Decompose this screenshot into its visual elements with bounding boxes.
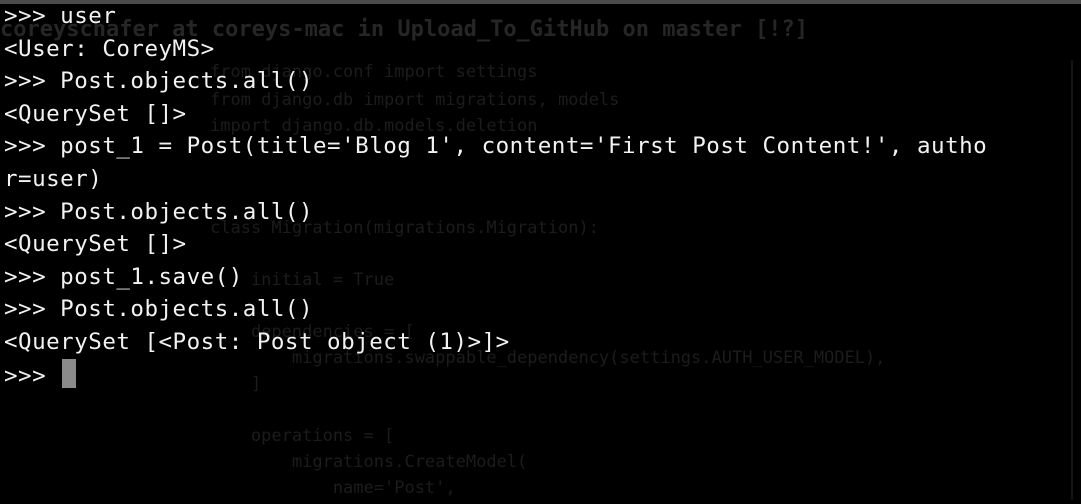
- terminal-line: <QuerySet []>: [4, 100, 187, 127]
- terminal-prompt: >>>: [4, 362, 61, 389]
- terminal-window[interactable]: coreyschafer at coreys-mac in Upload_To_…: [0, 0, 1081, 504]
- terminal-line: >>> Post.objects.all(): [4, 296, 314, 323]
- terminal-line: <QuerySet []>: [4, 231, 187, 258]
- terminal-line: >>> user: [4, 3, 117, 29]
- terminal-line: >>> post_1 = Post(title='Blog 1', conten…: [4, 133, 988, 160]
- terminal-input-line[interactable]: >>>: [4, 358, 987, 392]
- background-code-line: operations = [: [210, 426, 395, 446]
- terminal-output: >>> user <User: CoreyMS> >>> Post.object…: [4, 0, 987, 391]
- terminal-line: >>> post_1.save(): [4, 263, 243, 290]
- background-code-line: name='Post',: [210, 478, 456, 498]
- terminal-line: >>> Post.objects.all(): [4, 198, 314, 225]
- terminal-line: r=user): [4, 165, 103, 192]
- background-divider: [1071, 60, 1073, 500]
- text-cursor[interactable]: [62, 358, 77, 388]
- terminal-line: >>> Post.objects.all(): [4, 68, 314, 95]
- terminal-line: <QuerySet [<Post: Post object (1)>]>: [4, 328, 510, 355]
- terminal-line: <User: CoreyMS>: [4, 35, 215, 62]
- background-code-line: migrations.CreateModel(: [210, 452, 528, 472]
